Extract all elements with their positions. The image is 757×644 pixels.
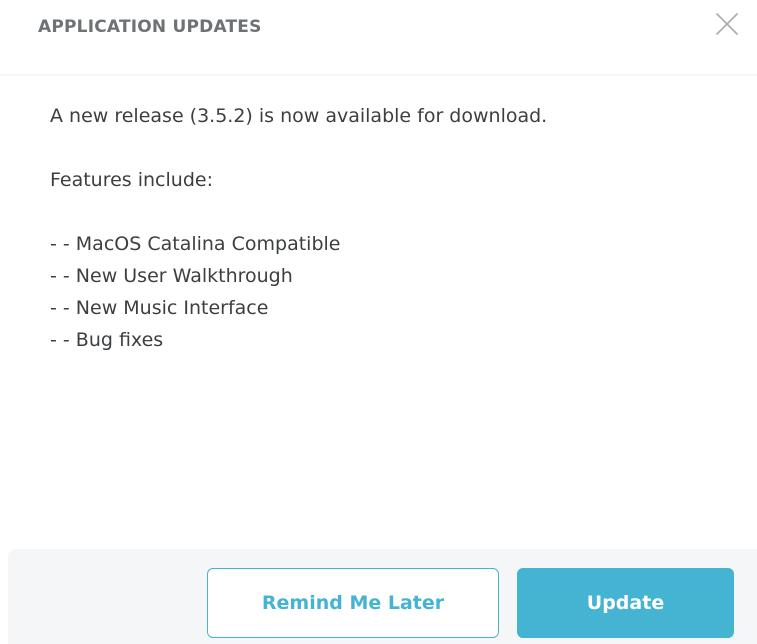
- update-dialog: APPLICATION UPDATES A new release (3.5.2…: [0, 0, 757, 644]
- feature-item: - - New User Walkthrough: [50, 265, 293, 287]
- dialog-title: APPLICATION UPDATES: [38, 17, 262, 37]
- feature-item: - - Bug fixes: [50, 329, 164, 351]
- remind-me-later-button[interactable]: Remind Me Later: [207, 568, 499, 638]
- feature-item: - - New Music Interface: [50, 297, 269, 319]
- feature-item: - - MacOS Catalina Compatible: [50, 233, 341, 255]
- dialog-header: APPLICATION UPDATES: [0, 0, 757, 76]
- release-message: A new release (3.5.2) is now available f…: [50, 105, 548, 127]
- close-button[interactable]: [715, 12, 739, 36]
- close-icon: [716, 13, 738, 35]
- update-button[interactable]: Update: [517, 568, 734, 638]
- dialog-body: A new release (3.5.2) is now available f…: [50, 100, 717, 356]
- features-heading: Features include:: [50, 169, 213, 191]
- dialog-footer: Remind Me Later Update: [8, 549, 757, 644]
